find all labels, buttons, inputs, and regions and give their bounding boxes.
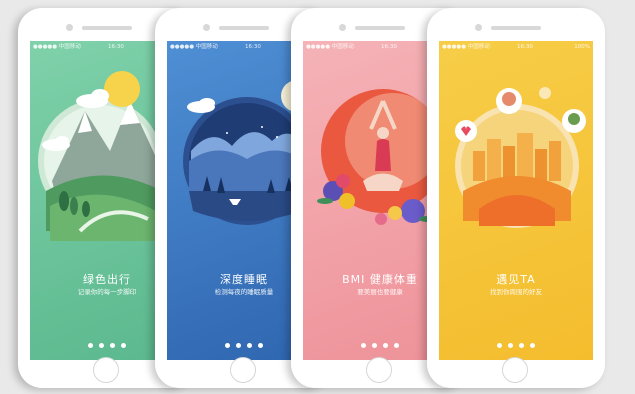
page-dot[interactable] bbox=[121, 343, 126, 348]
home-button[interactable] bbox=[502, 357, 528, 383]
page-dot[interactable] bbox=[361, 343, 366, 348]
page-dot[interactable] bbox=[236, 343, 241, 348]
home-button[interactable] bbox=[230, 357, 256, 383]
earpiece bbox=[82, 26, 132, 30]
camera-icon bbox=[339, 24, 346, 31]
page-dot[interactable] bbox=[519, 343, 524, 348]
earpiece bbox=[491, 26, 541, 30]
page-dot[interactable] bbox=[530, 343, 535, 348]
page-dot[interactable] bbox=[225, 343, 230, 348]
page-dot[interactable] bbox=[88, 343, 93, 348]
camera-icon bbox=[475, 24, 482, 31]
page-dot[interactable] bbox=[394, 343, 399, 348]
page-dot[interactable] bbox=[247, 343, 252, 348]
onboarding-screen-meet[interactable]: ●●●●● 中国移动 16:30 100% 遇见TA 找到你周围的好友 bbox=[439, 41, 593, 360]
phone-mockup-4: ●●●●● 中国移动 16:30 100% 遇见TA 找到你周围的好友 bbox=[427, 8, 605, 388]
screen-subtitle: 找到你周围的好友 bbox=[490, 288, 542, 296]
page-indicator[interactable] bbox=[439, 333, 593, 352]
page-dot[interactable] bbox=[99, 343, 104, 348]
camera-icon bbox=[203, 24, 210, 31]
screen-title: 遇见TA bbox=[496, 273, 536, 286]
home-button[interactable] bbox=[93, 357, 119, 383]
page-dot[interactable] bbox=[110, 343, 115, 348]
camera-icon bbox=[66, 24, 73, 31]
home-button[interactable] bbox=[366, 357, 392, 383]
earpiece bbox=[355, 26, 405, 30]
page-dot[interactable] bbox=[258, 343, 263, 348]
earpiece bbox=[219, 26, 269, 30]
city-friends-illustration bbox=[455, 87, 586, 228]
page-dot[interactable] bbox=[383, 343, 388, 348]
page-dot[interactable] bbox=[508, 343, 513, 348]
page-dot[interactable] bbox=[372, 343, 377, 348]
page-dot[interactable] bbox=[497, 343, 502, 348]
